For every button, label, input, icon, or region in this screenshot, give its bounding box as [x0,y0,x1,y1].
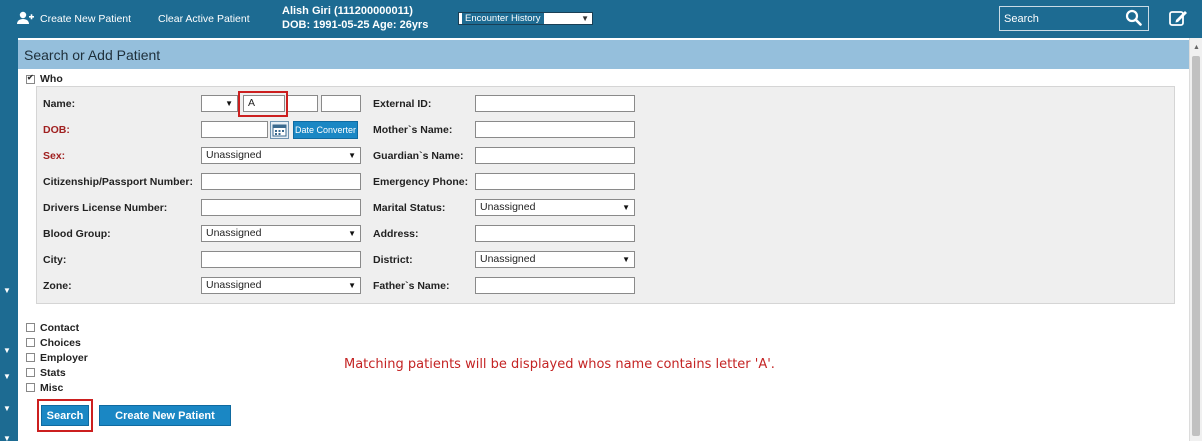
zone-label: Zone: [43,280,72,292]
marital-status-select[interactable]: Unassigned ▼ [475,199,635,216]
last-name-input[interactable] [321,95,361,112]
citizenship-label: Citizenship/Passport Number: [43,176,193,188]
blood-group-select[interactable]: Unassigned ▼ [201,225,361,242]
highlight-box [37,399,93,432]
fathers-name-label: Father`s Name: [373,280,450,292]
marital-status-value: Unassigned [480,201,536,213]
district-label: District: [373,254,413,266]
chevron-down-icon[interactable]: ▼ [3,404,11,413]
collapsed-sections: Contact Choices Employer Stats Misc [26,320,88,395]
search-icon[interactable] [1125,9,1142,29]
contact-section-toggle[interactable]: Contact [26,320,88,335]
choices-label: Choices [40,336,81,349]
left-sidebar-strip: ▼ ▼ ▼ ▼ ▼ [0,38,18,441]
zone-select-value: Unassigned [206,279,262,291]
scroll-up-icon[interactable]: ▲ [1193,44,1200,51]
patient-name: Alish Giri (111200000011) [282,5,413,17]
sex-select-value: Unassigned [206,149,262,161]
calendar-icon[interactable] [270,121,289,139]
district-select-value: Unassigned [480,253,536,265]
citizenship-input[interactable] [201,173,361,190]
active-patient-info: Alish Giri (111200000011) DOB: 1991-05-2… [282,4,428,32]
create-new-patient-link[interactable]: Create New Patient [16,0,131,38]
chevron-down-icon: ▼ [622,203,630,212]
dob-label: DOB: [43,124,70,136]
emergency-phone-label: Emergency Phone: [373,176,469,188]
drivers-license-input[interactable] [201,199,361,216]
who-checkbox[interactable] [26,73,35,84]
guardians-name-label: Guardian`s Name: [373,150,464,162]
chevron-down-icon[interactable]: ▼ [3,346,11,355]
zone-select[interactable]: Unassigned ▼ [201,277,361,294]
who-label: Who [40,73,63,85]
misc-section-toggle[interactable]: Misc [26,380,88,395]
who-form [36,86,1175,304]
add-user-icon [16,11,34,28]
chevron-down-icon[interactable]: ▼ [3,372,11,381]
address-input[interactable] [475,225,635,242]
chevron-down-icon: ▼ [581,14,589,23]
global-search-placeholder: Search [1004,12,1039,25]
name-title-select[interactable]: ▼ [201,95,238,112]
chevron-down-icon: ▼ [348,281,356,290]
middle-name-input[interactable] [287,95,318,112]
highlight-box [238,91,288,117]
misc-checkbox[interactable] [26,383,35,392]
vertical-scrollbar[interactable]: ▲ [1189,38,1202,441]
who-section-toggle[interactable]: Who [26,73,63,85]
global-search-input[interactable]: Search [999,6,1149,31]
clear-active-patient-label: Clear Active Patient [158,13,250,25]
blood-group-value: Unassigned [206,227,262,239]
chevron-down-icon: ▼ [225,99,233,108]
external-id-label: External ID: [373,98,432,110]
annotation-note: Matching patients will be displayed whos… [344,357,775,372]
city-input[interactable] [201,251,361,268]
employer-label: Employer [40,351,88,364]
stats-checkbox[interactable] [26,368,35,377]
contact-checkbox[interactable] [26,323,35,332]
drivers-license-label: Drivers License Number: [43,202,168,214]
sex-select[interactable]: Unassigned ▼ [201,147,361,164]
create-new-patient-label: Create New Patient [40,13,132,25]
marital-status-label: Marital Status: [373,202,446,214]
blood-group-label: Blood Group: [43,228,111,240]
name-label: Name: [43,98,76,110]
encounter-history-select[interactable]: Encounter History ▼ [458,12,593,25]
chevron-down-icon[interactable]: ▼ [3,434,11,441]
choices-checkbox[interactable] [26,338,35,347]
external-id-input[interactable] [475,95,635,112]
stats-label: Stats [40,366,66,379]
scrollbar-thumb[interactable] [1192,56,1200,436]
panel-title: Search or Add Patient [18,40,1189,69]
contact-label: Contact [40,321,80,334]
edit-icon[interactable] [1168,8,1188,28]
patient-dob: DOB: 1991-05-25 Age: 26yrs [282,19,429,31]
district-select[interactable]: Unassigned ▼ [475,251,635,268]
chevron-down-icon: ▼ [622,255,630,264]
chevron-down-icon: ▼ [348,151,356,160]
date-converter-button[interactable]: Date Converter [293,121,358,139]
create-new-patient-button[interactable]: Create New Patient [99,405,231,426]
guardians-name-input[interactable] [475,147,635,164]
misc-label: Misc [40,381,64,394]
mothers-name-label: Mother`s Name: [373,124,453,136]
address-label: Address: [373,228,419,240]
top-bar: Create New Patient Clear Active Patient … [0,0,1202,38]
stats-section-toggle[interactable]: Stats [26,365,88,380]
clear-active-patient-link[interactable]: Clear Active Patient [158,0,250,38]
sex-label: Sex: [43,150,66,162]
chevron-down-icon: ▼ [348,229,356,238]
employer-section-toggle[interactable]: Employer [26,350,88,365]
fathers-name-input[interactable] [475,277,635,294]
employer-checkbox[interactable] [26,353,35,362]
city-label: City: [43,254,67,266]
encounter-history-value: Encounter History [462,13,544,24]
mothers-name-input[interactable] [475,121,635,138]
dob-input[interactable] [201,121,268,138]
chevron-down-icon[interactable]: ▼ [3,286,11,295]
choices-section-toggle[interactable]: Choices [26,335,88,350]
emergency-phone-input[interactable] [475,173,635,190]
